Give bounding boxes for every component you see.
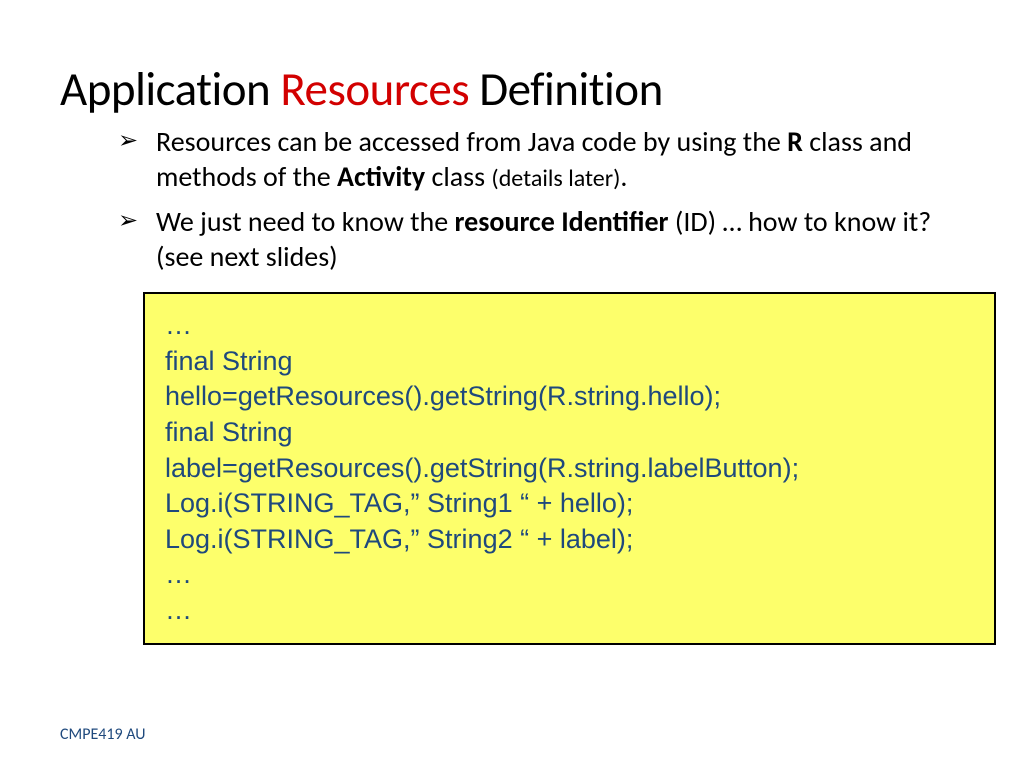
text-run: resource Identifier: [455, 204, 669, 239]
slide: Application Resources Definition Resourc…: [0, 0, 1024, 768]
bullet-item: Resources can be accessed from Java code…: [118, 124, 964, 194]
title-part-3: Definition: [469, 60, 663, 118]
code-line: …: [165, 308, 974, 344]
code-line: final String: [165, 415, 974, 451]
code-line: label=getResources().getString(R.string.…: [165, 451, 974, 487]
code-line: …: [165, 593, 974, 629]
code-line: …: [165, 557, 974, 593]
text-run: Activity: [337, 159, 425, 194]
text-run: R: [787, 124, 803, 159]
bullet-list: Resources can be accessed from Java code…: [0, 124, 1024, 274]
slide-footer: CMPE419 AU: [60, 725, 146, 744]
title-part-2: Resources: [280, 60, 469, 118]
text-run: Resources can be accessed from Java code…: [156, 124, 787, 159]
text-run: class: [425, 159, 491, 194]
slide-title: Application Resources Definition: [0, 0, 1024, 124]
text-run: .: [620, 159, 627, 194]
code-line: Log.i(STRING_TAG,” String2 “ + label);: [165, 522, 974, 558]
code-block: … final String hello=getResources().getS…: [143, 292, 996, 645]
text-run: We just need to know the: [156, 204, 455, 239]
text-run: (details later): [491, 164, 620, 193]
code-line: hello=getResources().getString(R.string.…: [165, 379, 974, 415]
code-line: final String: [165, 344, 974, 380]
code-line: Log.i(STRING_TAG,” String1 “ + hello);: [165, 486, 974, 522]
title-part-1: Application: [60, 60, 280, 118]
bullet-item: We just need to know the resource Identi…: [118, 204, 964, 274]
